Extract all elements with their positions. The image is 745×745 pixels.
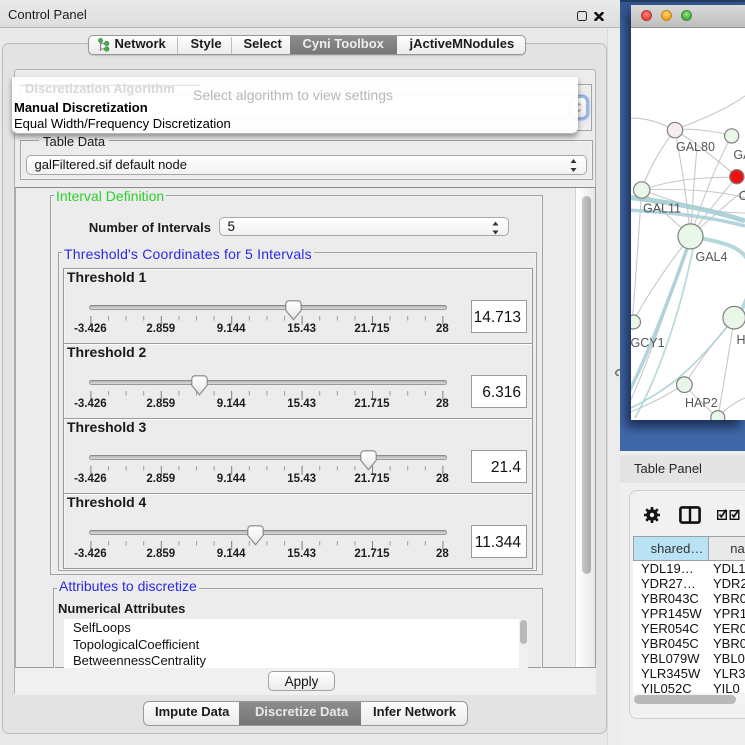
svg-text:GAL80: GAL80 <box>676 140 715 154</box>
svg-text:GCY1: GCY1 <box>631 336 665 350</box>
svg-text:GA: GA <box>733 148 745 162</box>
svg-text:GAL11: GAL11 <box>643 202 681 216</box>
svg-text:HAP2: HAP2 <box>685 396 718 410</box>
svg-text:C: C <box>739 189 745 203</box>
svg-text:HA: HA <box>737 333 745 347</box>
svg-text:GAL4: GAL4 <box>696 250 728 264</box>
